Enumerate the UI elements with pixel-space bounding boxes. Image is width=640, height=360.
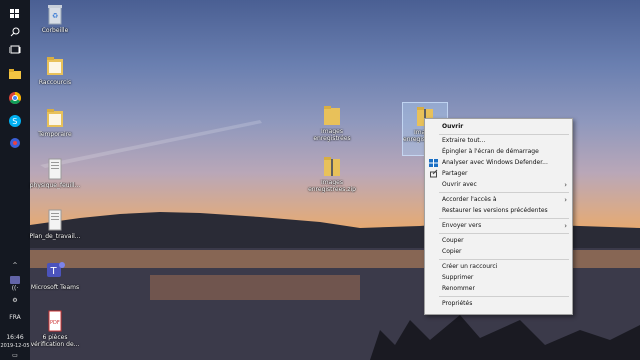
search-icon[interactable] — [4, 22, 26, 42]
desktop-icon-microsoft-teams[interactable]: T Microsoft Teams — [25, 260, 85, 291]
folder-icon — [46, 55, 64, 77]
menu-item-cut[interactable]: Couper — [425, 236, 572, 246]
folder-icon — [46, 107, 64, 129]
menu-separator — [439, 233, 569, 234]
menu-item-rename[interactable]: Renommer — [425, 284, 572, 294]
task-view-icon[interactable] — [4, 40, 26, 60]
settings-icon[interactable]: ⚙ — [0, 297, 30, 304]
svg-text:PDF: PDF — [50, 320, 60, 326]
menu-item-pin-start[interactable]: Épingler à l'écran de démarrage — [425, 147, 572, 157]
recycle-bin-icon: ♻ — [46, 3, 64, 25]
skype-icon[interactable]: S — [4, 111, 26, 131]
desktop-icon-recycle-bin[interactable]: ♻ Corbeille — [25, 3, 85, 34]
pdf-file-icon: PDF — [46, 310, 64, 332]
menu-item-open[interactable]: Ouvrir — [425, 122, 572, 132]
menu-item-send-to[interactable]: Envoyer vers › — [425, 221, 572, 231]
svg-text:T: T — [50, 266, 58, 277]
teams-icon: T — [46, 260, 65, 282]
notification-icon[interactable]: ▭ — [0, 352, 30, 359]
chrome-icon[interactable] — [4, 88, 26, 108]
desktop: S ^ ((· ⚙ FRA 16:46 2019-12-05 ▭ ♻ Corbe… — [0, 0, 640, 360]
menu-item-extract-all[interactable]: Extraire tout... — [425, 136, 572, 146]
menu-item-restore-versions[interactable]: Restaurer les versions précédentes — [425, 206, 572, 216]
menu-separator — [439, 134, 569, 135]
chevron-right-icon: › — [564, 196, 567, 204]
file-explorer-icon[interactable] — [4, 64, 26, 84]
menu-separator — [439, 218, 569, 219]
app-icon[interactable] — [4, 133, 26, 153]
menu-item-open-with[interactable]: Ouvrir avec › — [425, 180, 572, 190]
context-menu: Ouvrir Extraire tout... Épingler à l'écr… — [424, 118, 573, 315]
menu-item-share[interactable]: Partager — [425, 169, 572, 179]
zip-folder-icon — [323, 155, 341, 177]
menu-separator — [439, 259, 569, 260]
chevron-right-icon: › — [564, 181, 567, 189]
desktop-icon-temporaire[interactable]: Temporaire — [25, 107, 85, 138]
document-icon — [46, 158, 64, 180]
menu-item-copy[interactable]: Copier — [425, 247, 572, 257]
svg-text:S: S — [12, 117, 17, 126]
desktop-icon-images-enregistrees[interactable]: Images enregistrées — [302, 104, 362, 142]
menu-item-delete[interactable]: Supprimer — [425, 273, 572, 283]
menu-item-properties[interactable]: Propriétés — [425, 299, 572, 309]
desktop-icon-physique[interactable]: physique_feuill... — [25, 158, 85, 189]
document-icon — [46, 209, 64, 231]
desktop-icon-raccourcis[interactable]: Raccourcis — [25, 55, 85, 86]
windows-start-icon[interactable] — [4, 4, 26, 24]
desktop-icon-pdf[interactable]: PDF 6 pièces vérification de... — [25, 310, 85, 348]
menu-item-grant-access[interactable]: Accorder l'accès à › — [425, 195, 572, 205]
svg-text:♻: ♻ — [52, 12, 58, 20]
desktop-icon-plan-de-travail[interactable]: Plan_de_travail... — [25, 209, 85, 240]
menu-separator — [439, 192, 569, 193]
desktop-icon-images-enregistrees-zip[interactable]: Images enregistrées.zip — [302, 155, 362, 193]
menu-item-create-shortcut[interactable]: Créer un raccourci — [425, 262, 572, 272]
menu-separator — [439, 296, 569, 297]
folder-icon — [323, 104, 341, 126]
menu-item-scan-defender[interactable]: Analyser avec Windows Defender... — [425, 158, 572, 168]
chevron-right-icon: › — [564, 222, 567, 230]
